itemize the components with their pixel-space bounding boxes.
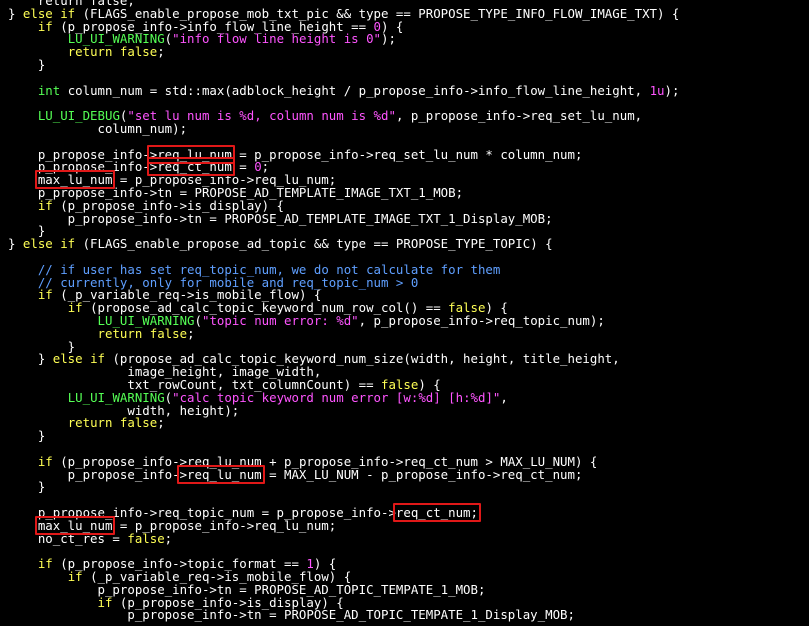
code-token: ; (157, 44, 165, 60)
code-token: } (8, 57, 46, 72)
code-token: ); (664, 82, 680, 98)
code-token-kw: return false (67, 44, 158, 60)
code-token-kw: return false (67, 415, 158, 431)
code-line: column_num); (8, 121, 188, 136)
code-token: } (8, 236, 23, 252)
code-line: } (8, 58, 45, 71)
code-token-num: 1u (649, 82, 665, 98)
code-token-kw: else if (22, 236, 76, 252)
code-token-str: "info flow line height is 0" (172, 31, 382, 47)
code-token: column_num = std::max(adblock_height / p… (60, 82, 650, 98)
code-line: p_propose_info->tn = PROPOSE_AD_TEMPLATE… (8, 212, 553, 225)
code-token: ; (187, 325, 195, 341)
highlight-box (176, 464, 265, 484)
code-token-str: "topic num error: %d" (201, 313, 359, 328)
code-line: p_propose_info->req_lu_num = MAX_LU_NUM … (8, 466, 583, 482)
highlight-box (34, 515, 116, 535)
code-token-kw: false (127, 530, 165, 546)
code-token: } (8, 479, 46, 495)
code-token: , p_propose_info->req_set_lu_num, (395, 108, 643, 124)
code-token-fn: int (37, 82, 61, 98)
code-token: p_propose_info->tn = PROPOSE_AD_TOPIC_TE… (8, 607, 575, 623)
code-token: ; (164, 530, 173, 546)
code-editor-view[interactable]: return false;} else if (FLAGS_enable_pro… (0, 0, 809, 626)
code-token: } (8, 428, 46, 444)
highlight-box (392, 503, 481, 522)
code-line: p_propose_info->tn = PROPOSE_AD_TOPIC_TE… (8, 608, 575, 621)
code-token-kw: return false (97, 325, 188, 341)
code-token: (FLAGS_enable_propose_ad_topic && type =… (75, 236, 553, 252)
code-line: int column_num = std::max(adblock_height… (8, 82, 680, 98)
highlight-box (146, 157, 235, 177)
code-token: ( (194, 313, 202, 328)
code-token: p_propose_info->tn = PROPOSE_AD_TEMPLATE… (8, 210, 553, 226)
code-token: , p_propose_info->req_topic_num); (358, 313, 605, 328)
highlight-box (34, 170, 116, 190)
code-token: ; (157, 415, 165, 431)
code-line: } else if (FLAGS_enable_propose_ad_topic… (8, 237, 553, 250)
code-line: } (8, 480, 45, 493)
code-line: } (8, 429, 45, 442)
code-token: , (500, 389, 508, 405)
code-token: column_num); (8, 121, 188, 136)
code-token: p_propose_info->req_lu_num = MAX_LU_NUM … (8, 466, 583, 482)
code-token: ); (381, 31, 396, 47)
